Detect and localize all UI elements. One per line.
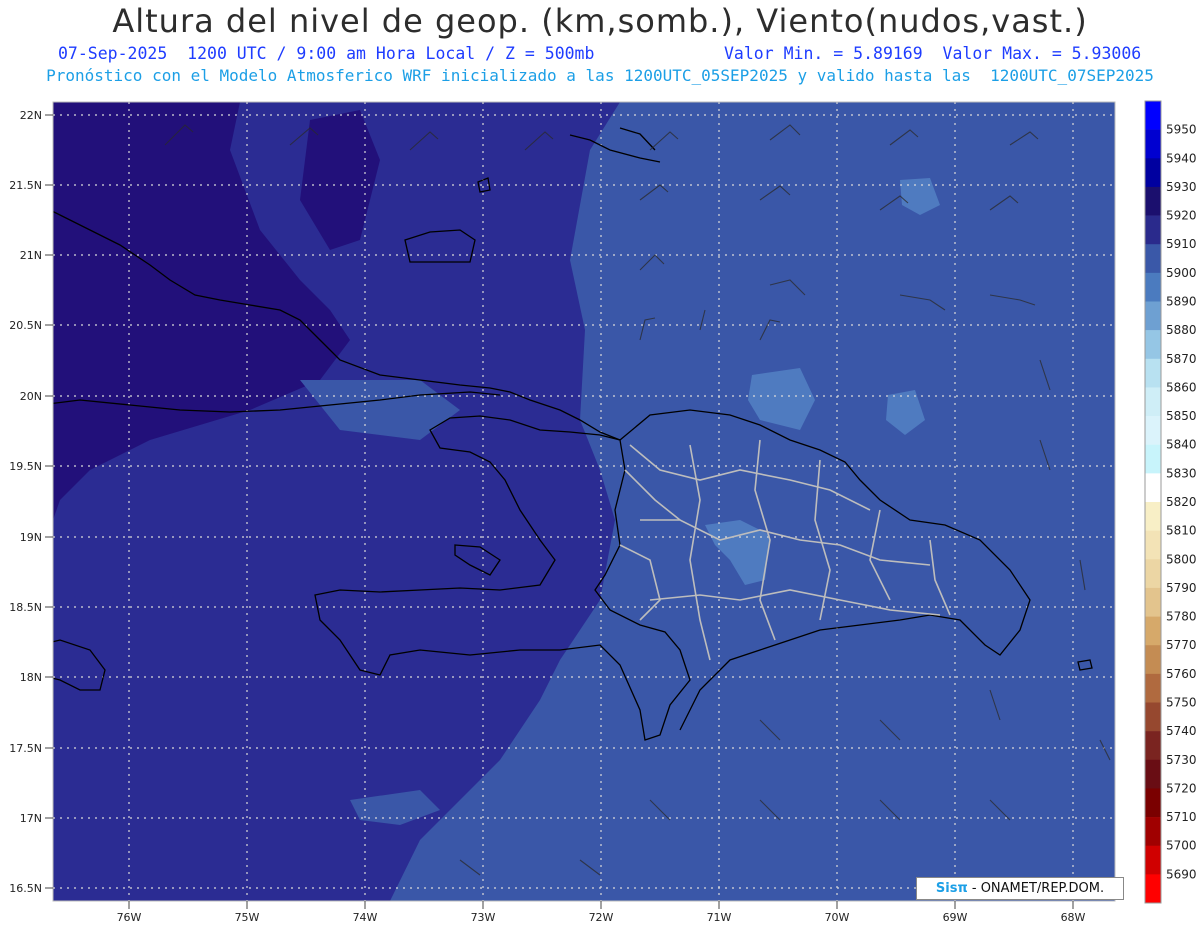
lon-label: 70W: [825, 911, 850, 924]
colorbar-swatch: [1145, 473, 1161, 503]
lon-label: 75W: [235, 911, 260, 924]
colorbar-swatch: [1145, 330, 1161, 360]
colorbar-swatch: [1145, 387, 1161, 417]
lat-label: 18.5N: [9, 601, 42, 614]
colorbar-swatch: [1145, 416, 1161, 446]
credit-box: Sisπ - ONAMET/REP.DOM.: [916, 877, 1124, 900]
colorbar-label: 5860: [1166, 380, 1197, 394]
colorbar-label: 5780: [1166, 610, 1197, 624]
lat-label: 19.5N: [9, 460, 42, 473]
colorbar-label: 5770: [1166, 638, 1197, 652]
map-field: [53, 102, 1115, 901]
colorbar-label: 5890: [1166, 295, 1197, 309]
credit-org: - ONAMET/REP.DOM.: [971, 881, 1105, 896]
colorbar-label: 5950: [1166, 123, 1197, 137]
lat-label: 20.5N: [9, 319, 42, 332]
lat-label: 17N: [20, 812, 42, 825]
lon-label: 73W: [471, 911, 496, 924]
lat-label: 16.5N: [9, 882, 42, 895]
lon-label: 71W: [707, 911, 732, 924]
colorbar-label: 5750: [1166, 696, 1197, 710]
lat-label: 17.5N: [9, 742, 42, 755]
colorbar-label: 5850: [1166, 409, 1197, 423]
colorbar-swatch: [1145, 129, 1161, 159]
lat-label: 21.5N: [9, 179, 42, 192]
sispi-logo: Sisπ: [935, 881, 968, 896]
colorbar-label: 5730: [1166, 753, 1197, 767]
lat-label: 18N: [20, 671, 42, 684]
colorbar-label: 5820: [1166, 495, 1197, 509]
colorbar-swatch: [1145, 874, 1161, 904]
colorbar-swatch: [1145, 186, 1161, 216]
colorbar-swatch: [1145, 559, 1161, 589]
colorbar-swatch: [1145, 587, 1161, 617]
colorbar: 5950 5940 5930 5920 5910 5900 5890 5880 5870 5860…: [1144, 100, 1197, 904]
colorbar-label: 5700: [1166, 839, 1197, 853]
colorbar-label: 5800: [1166, 552, 1197, 566]
lon-label: 72W: [589, 911, 614, 924]
colorbar-swatch: [1145, 731, 1161, 761]
colorbar-label: 5690: [1166, 867, 1197, 881]
lat-label: 21N: [20, 249, 42, 262]
colorbar-label: 5760: [1166, 667, 1197, 681]
lon-label: 69W: [943, 911, 968, 924]
colorbar-swatch: [1145, 358, 1161, 388]
colorbar-label: 5790: [1166, 581, 1197, 595]
lon-label: 68W: [1061, 911, 1086, 924]
colorbar-label: 5870: [1166, 352, 1197, 366]
colorbar-swatch: [1145, 502, 1161, 531]
colorbar-swatch: [1145, 444, 1161, 474]
lat-label: 19N: [20, 531, 42, 544]
colorbar-swatch: [1145, 817, 1161, 847]
colorbar-swatch: [1145, 244, 1161, 274]
colorbar-label: 5830: [1166, 466, 1197, 480]
colorbar-swatch: [1145, 530, 1161, 560]
colorbar-label: 5910: [1166, 237, 1197, 251]
colorbar-swatch: [1145, 673, 1161, 703]
lon-label: 74W: [353, 911, 378, 924]
colorbar-label: 5930: [1166, 180, 1197, 194]
forecast-map: 22N 21.5N 21N 20.5N 20N 19.5N 19N 18.5N …: [9, 100, 1197, 924]
colorbar-label: 5840: [1166, 438, 1197, 452]
colorbar-swatch: [1145, 702, 1161, 732]
colorbar-swatch: [1145, 301, 1161, 331]
colorbar-swatch: [1145, 616, 1161, 646]
colorbar-swatch: [1145, 645, 1161, 675]
colorbar-label: 5740: [1166, 724, 1197, 738]
colorbar-swatch: [1145, 158, 1161, 188]
colorbar-label: 5940: [1166, 151, 1197, 165]
colorbar-label: 5920: [1166, 209, 1197, 223]
colorbar-swatch: [1145, 788, 1161, 818]
colorbar-swatch: [1145, 101, 1161, 130]
lat-label: 20N: [20, 390, 42, 403]
colorbar-label: 5720: [1166, 781, 1197, 795]
lat-label: 22N: [20, 109, 42, 122]
colorbar-swatch: [1145, 272, 1161, 302]
colorbar-swatch: [1145, 215, 1161, 245]
colorbar-label: 5810: [1166, 524, 1197, 538]
colorbar-swatch: [1145, 759, 1161, 789]
colorbar-label: 5900: [1166, 266, 1197, 280]
colorbar-swatch: [1145, 845, 1161, 875]
colorbar-label: 5880: [1166, 323, 1197, 337]
colorbar-label: 5710: [1166, 810, 1197, 824]
lon-label: 76W: [117, 911, 142, 924]
